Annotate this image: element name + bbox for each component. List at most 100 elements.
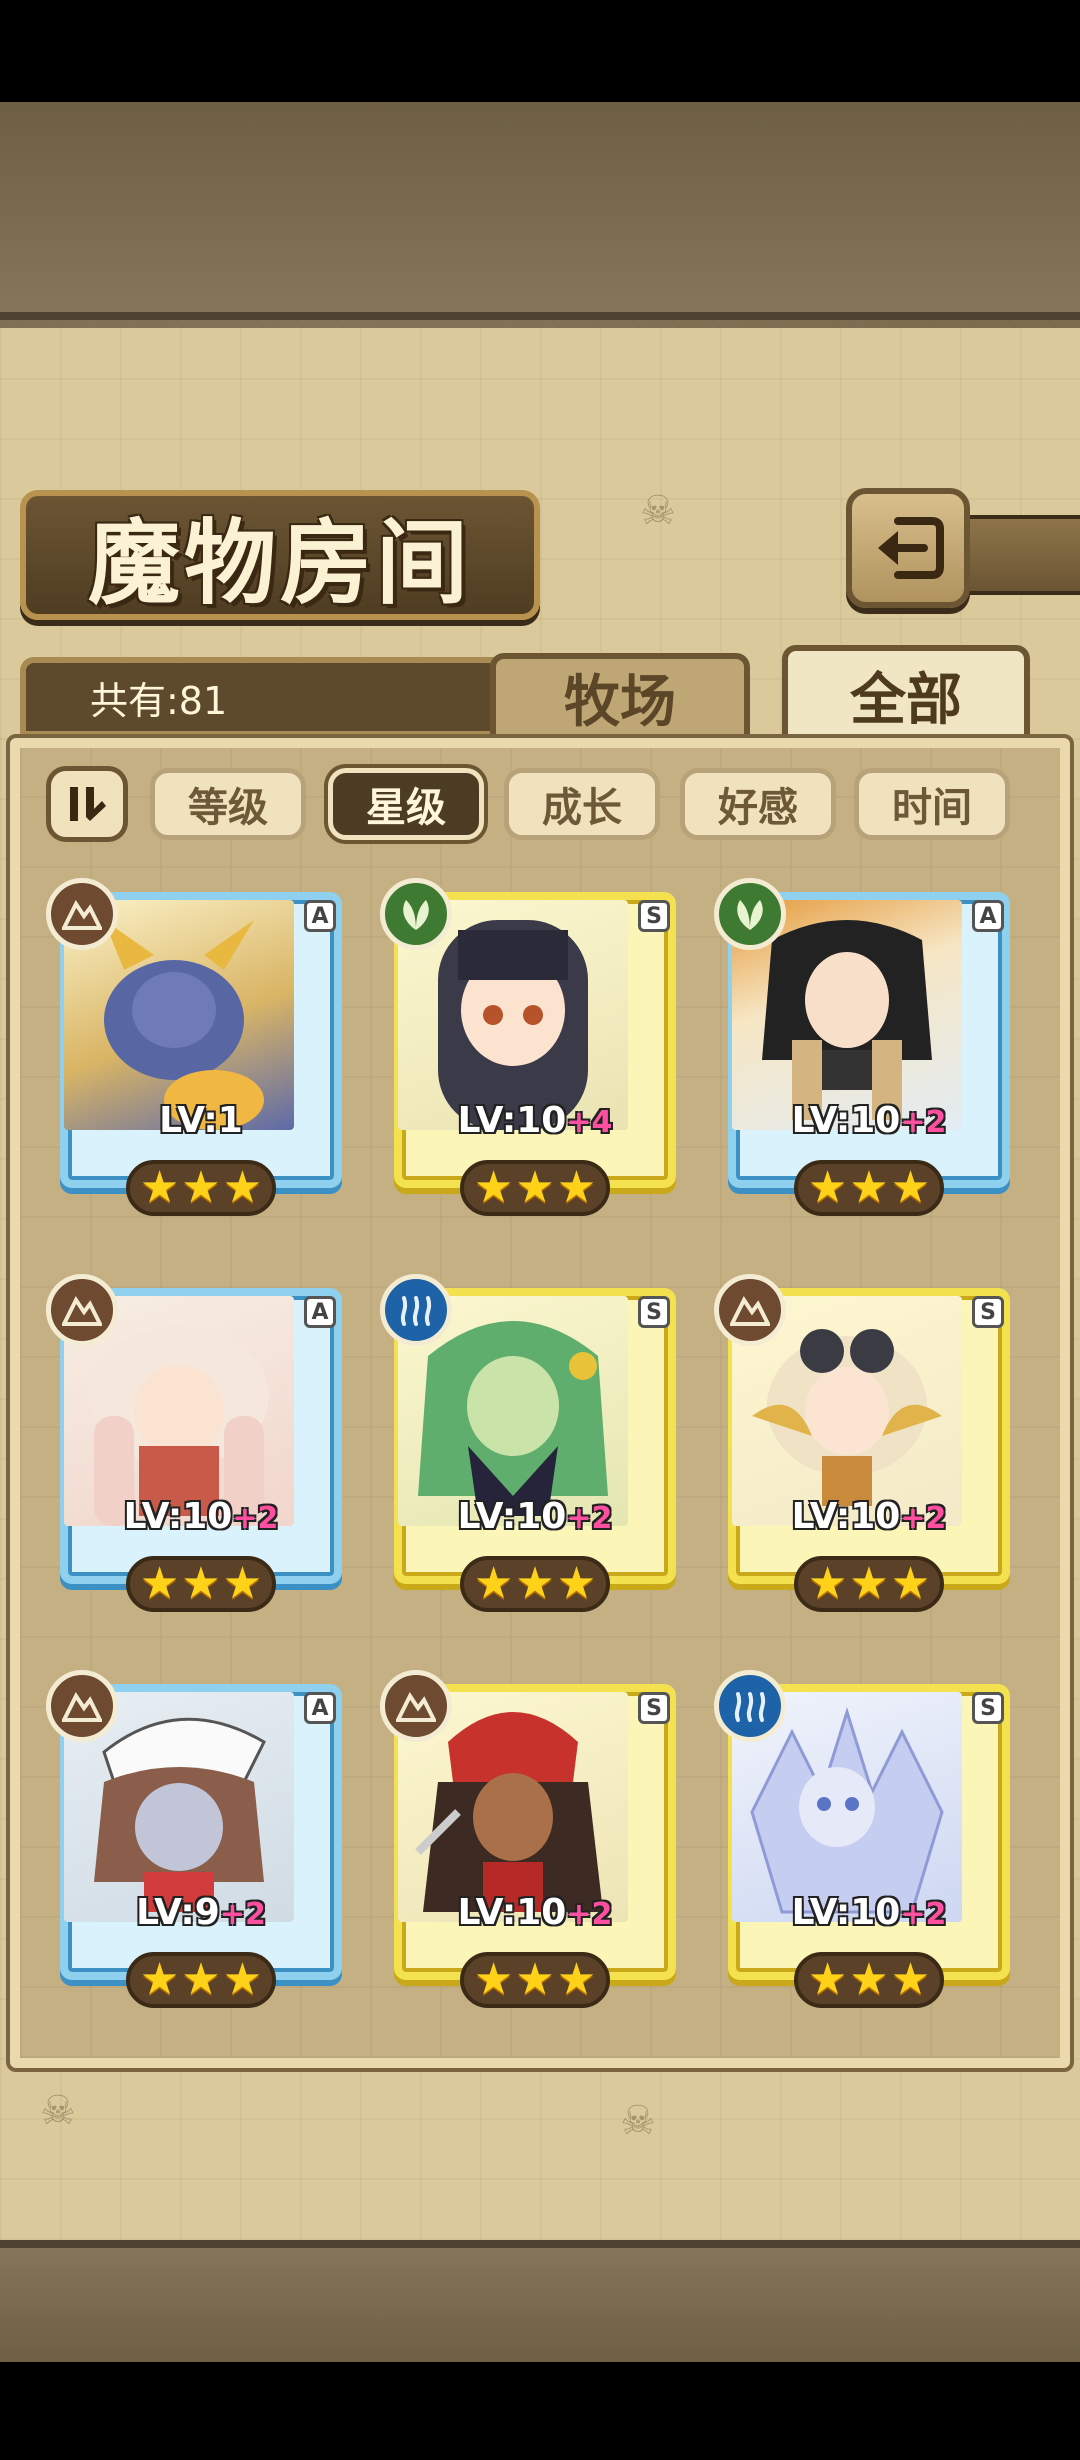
star-icon: ★ <box>556 1954 597 2005</box>
level-label: LV:10+4 <box>400 1100 670 1141</box>
level-label: LV:10+2 <box>400 1892 670 1933</box>
star-icon: ★ <box>473 1954 514 2005</box>
back-button-rail <box>960 515 1080 595</box>
sort-button-level-label: 等级 <box>188 785 268 831</box>
monster-card[interactable]: A LV:10+2 ★ ★ ★ <box>714 878 1014 1222</box>
level-bonus: +2 <box>566 1897 613 1932</box>
level-label: LV:10+2 <box>734 1100 1004 1141</box>
monster-card[interactable]: S LV:10+2 ★ ★ ★ <box>714 1274 1014 1618</box>
leaf-element-icon <box>714 878 786 950</box>
star-rating: ★ ★ ★ <box>794 1556 944 1612</box>
star-icon: ★ <box>515 1954 555 2005</box>
star-icon: ★ <box>807 1162 848 1213</box>
sort-button-growth-label: 成长 <box>542 785 622 831</box>
star-rating: ★ ★ ★ <box>126 1160 276 1216</box>
sort-button-stars-label: 星级 <box>366 785 446 831</box>
star-icon: ★ <box>181 1558 221 1609</box>
status-bar-area <box>0 0 1080 102</box>
sort-button-level[interactable]: 等级 <box>150 768 306 840</box>
monster-card[interactable]: A LV:9+2 ★ ★ ★ <box>46 1670 346 2014</box>
level-value: LV:10 <box>791 1892 901 1933</box>
star-icon: ★ <box>890 1162 931 1213</box>
level-bonus: +2 <box>232 1501 279 1536</box>
level-value: LV:10 <box>791 1100 901 1141</box>
star-icon: ★ <box>139 1162 180 1213</box>
rank-badge: S <box>972 1296 1004 1328</box>
star-rating: ★ ★ ★ <box>460 1556 610 1612</box>
monster-card[interactable]: A LV:1 ★ ★ ★ <box>46 878 346 1222</box>
star-icon: ★ <box>222 1558 263 1609</box>
level-label: LV:10+2 <box>734 1496 1004 1537</box>
rank-badge: S <box>638 900 670 932</box>
star-rating: ★ ★ ★ <box>126 1556 276 1612</box>
star-icon: ★ <box>139 1558 180 1609</box>
level-label: LV:1 <box>66 1100 336 1141</box>
sort-order-toggle[interactable] <box>46 766 128 842</box>
star-icon: ★ <box>556 1558 597 1609</box>
star-icon: ★ <box>139 1954 180 2005</box>
skull-mark-icon: ☠ <box>640 488 676 534</box>
star-icon: ★ <box>849 1162 889 1213</box>
level-bonus: +2 <box>900 1501 947 1536</box>
navigation-bar-area <box>0 2362 1080 2460</box>
sort-button-stars[interactable]: 星级 <box>328 768 484 840</box>
monster-card[interactable]: S LV:10+2 ★ ★ ★ <box>714 1670 1014 2014</box>
earth-element-icon <box>714 1274 786 1346</box>
tab-all[interactable]: 全部 <box>782 645 1030 745</box>
level-label: LV:9+2 <box>66 1892 336 1933</box>
sort-order-icon <box>70 787 106 821</box>
star-icon: ★ <box>807 1558 848 1609</box>
star-icon: ★ <box>515 1162 555 1213</box>
star-icon: ★ <box>849 1954 889 2005</box>
tab-all-label: 全部 <box>850 666 962 733</box>
star-icon: ★ <box>890 1558 931 1609</box>
rank-badge: A <box>972 900 1004 932</box>
back-arrow-icon <box>878 517 944 579</box>
star-icon: ★ <box>473 1558 514 1609</box>
level-label: LV:10+2 <box>734 1892 1004 1933</box>
monster-card[interactable]: S LV:10+2 ★ ★ ★ <box>380 1670 680 2014</box>
map-strip-top <box>0 102 1080 320</box>
tab-bar: 共有:81 牧场 全部 <box>20 645 1080 745</box>
tab-ranch-label: 牧场 <box>564 668 676 735</box>
star-icon: ★ <box>556 1162 597 1213</box>
level-label: LV:10+2 <box>66 1496 336 1537</box>
level-bonus: +2 <box>900 1897 947 1932</box>
sort-button-affection[interactable]: 好感 <box>680 768 836 840</box>
sort-button-growth[interactable]: 成长 <box>504 768 660 840</box>
water-element-icon <box>380 1274 452 1346</box>
monster-count-box: 共有:81 <box>20 657 508 737</box>
star-rating: ★ ★ ★ <box>460 1952 610 2008</box>
level-bonus: +4 <box>566 1105 613 1140</box>
earth-element-icon <box>46 1670 118 1742</box>
star-icon: ★ <box>849 1558 889 1609</box>
monster-card[interactable]: S LV:10+4 ★ ★ ★ <box>380 878 680 1222</box>
rank-badge: S <box>638 1692 670 1724</box>
level-value: LV:10 <box>457 1100 567 1141</box>
back-button[interactable] <box>846 488 970 608</box>
level-value: LV:10 <box>457 1892 567 1933</box>
level-value: LV:10 <box>457 1496 567 1537</box>
tab-ranch[interactable]: 牧场 <box>490 653 750 741</box>
earth-element-icon <box>46 878 118 950</box>
star-icon: ★ <box>807 1954 848 2005</box>
earth-element-icon <box>380 1670 452 1742</box>
star-icon: ★ <box>222 1954 263 2005</box>
rank-badge: A <box>304 1692 336 1724</box>
sort-button-time[interactable]: 时间 <box>854 768 1010 840</box>
level-value: LV:10 <box>123 1496 233 1537</box>
skull-mark-icon: ☠ <box>40 2088 76 2134</box>
earth-element-icon <box>46 1274 118 1346</box>
star-rating: ★ ★ ★ <box>460 1160 610 1216</box>
monster-card[interactable]: S LV:10+2 ★ ★ ★ <box>380 1274 680 1618</box>
star-rating: ★ ★ ★ <box>794 1952 944 2008</box>
star-icon: ★ <box>181 1954 221 2005</box>
water-element-icon <box>714 1670 786 1742</box>
skull-mark-icon: ☠ <box>620 2098 656 2144</box>
star-rating: ★ ★ ★ <box>126 1952 276 2008</box>
monster-card[interactable]: A LV:10+2 ★ ★ ★ <box>46 1274 346 1618</box>
level-value: LV:1 <box>159 1100 243 1141</box>
page-title-plate: 魔物房间 <box>20 490 540 620</box>
star-icon: ★ <box>222 1162 263 1213</box>
sort-button-time-label: 时间 <box>892 785 972 831</box>
